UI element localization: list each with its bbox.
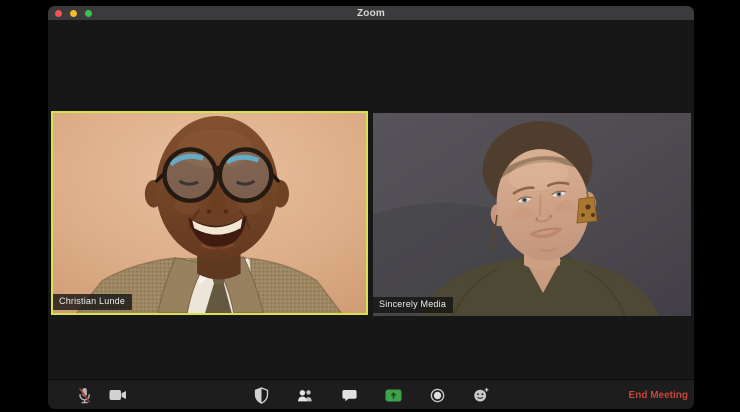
shield-icon bbox=[254, 386, 268, 404]
traffic-lights bbox=[55, 6, 92, 20]
participant-name: Christian Lunde bbox=[59, 296, 126, 306]
video-tile-1[interactable]: Christian Lunde bbox=[51, 111, 368, 315]
participants-icon bbox=[297, 389, 312, 401]
window-title: Zoom bbox=[356, 7, 386, 19]
participant-nameplate: Christian Lunde bbox=[53, 294, 133, 310]
video-tile-2[interactable]: Sincerely Media bbox=[373, 113, 691, 316]
desktop-background: Zoom Christian Lunde Sincerely Media End… bbox=[0, 0, 740, 412]
security-button[interactable] bbox=[251, 382, 271, 408]
share-screen-icon bbox=[385, 389, 401, 401]
video-gallery: Christian Lunde Sincerely Media bbox=[48, 20, 694, 379]
participant-name: Sincerely Media bbox=[379, 299, 447, 309]
end-meeting-button[interactable]: End Meeting bbox=[629, 380, 688, 409]
reactions-smiley-icon bbox=[473, 388, 488, 402]
stop-video-button[interactable] bbox=[108, 382, 128, 408]
participant-video-2 bbox=[373, 113, 691, 316]
participant-nameplate: Sincerely Media bbox=[373, 297, 454, 313]
share-screen-button[interactable] bbox=[383, 382, 403, 408]
participants-button[interactable] bbox=[295, 382, 315, 408]
record-icon bbox=[430, 388, 444, 402]
toolbar-center-group bbox=[251, 380, 491, 409]
microphone-muted-icon bbox=[78, 387, 90, 403]
zoom-window: Zoom Christian Lunde Sincerely Media End… bbox=[48, 6, 694, 409]
chat-button[interactable] bbox=[339, 382, 359, 408]
reactions-button[interactable] bbox=[471, 382, 491, 408]
fullscreen-button[interactable] bbox=[85, 9, 92, 17]
participant-video-1 bbox=[53, 113, 366, 313]
minimize-button[interactable] bbox=[70, 9, 77, 17]
meeting-toolbar: End Meeting bbox=[48, 379, 694, 409]
chat-bubble-icon bbox=[341, 389, 357, 401]
video-camera-icon bbox=[109, 390, 126, 400]
window-titlebar[interactable]: Zoom bbox=[48, 6, 694, 20]
mute-button[interactable] bbox=[74, 382, 94, 408]
close-button[interactable] bbox=[55, 9, 62, 17]
record-button[interactable] bbox=[427, 382, 447, 408]
toolbar-left-group bbox=[74, 380, 128, 409]
